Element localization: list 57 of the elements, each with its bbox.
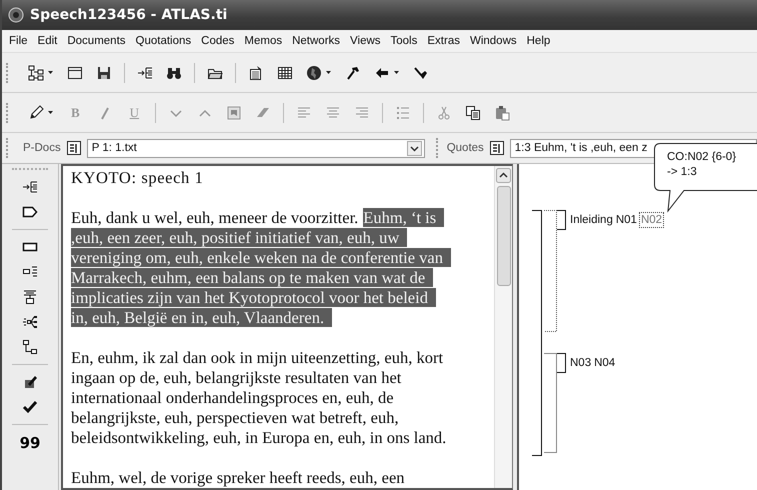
memo-icon[interactable] [22, 374, 38, 390]
pen-icon[interactable] [28, 104, 44, 120]
quotes-label: Quotes [446, 142, 484, 154]
code-label[interactable]: N02 [640, 213, 664, 227]
scroll-up-icon[interactable] [496, 168, 511, 183]
tooltip-text: -> 1:3 [667, 165, 698, 180]
connector-icon[interactable] [22, 339, 38, 355]
check-icon[interactable] [22, 399, 38, 415]
tool-icon[interactable] [413, 64, 429, 80]
paste-icon[interactable] [494, 104, 510, 120]
caret-icon[interactable] [48, 111, 53, 114]
p-docs-label: P-Docs [23, 142, 61, 154]
scrollbar[interactable] [494, 166, 512, 488]
caret-icon[interactable] [48, 71, 53, 74]
document-title: KYOTO: speech 1 [71, 168, 204, 188]
window-title: Speech123456 - ATLAS.ti [30, 7, 228, 23]
code-label[interactable]: N03 [570, 356, 592, 370]
menu-item[interactable]: Tools [386, 35, 422, 47]
menu-item[interactable]: File [4, 35, 33, 47]
tree-icon[interactable] [22, 289, 38, 305]
document-icon[interactable] [248, 64, 264, 80]
menu-item[interactable]: Codes [196, 35, 240, 47]
menu-item[interactable]: Help [522, 35, 556, 47]
scroll-thumb[interactable] [496, 186, 510, 286]
copy-icon[interactable] [465, 104, 482, 120]
menu-item[interactable]: Networks [287, 35, 346, 47]
list-arrow-icon[interactable] [22, 179, 38, 195]
hammer-icon[interactable] [345, 64, 361, 80]
table-icon[interactable] [277, 64, 293, 80]
code-label[interactable]: N04 [594, 356, 616, 370]
caret-icon[interactable] [394, 71, 399, 74]
menu-item[interactable]: Edit [32, 35, 62, 47]
paragraph: Euhm, wel, de vorige spreker heeft reeds, euh, een [71, 468, 406, 488]
frame-icon[interactable] [226, 104, 242, 120]
menu-item[interactable]: Windows [464, 35, 522, 47]
document-icon [66, 140, 82, 156]
quote-button[interactable]: 99 [20, 434, 40, 452]
paragraph: En, euhm, ik zal dan ook in mijn uiteenzetting, euh, kort ingaan op de, euh, belangrijkste resultaten van het internationaal onderhandelingsproces en, euh, de belangrijkste, euh, perspectieven wat betreft, euh, beleidsontwikkeling, euh, in Europa en, euh, in ons land. [71, 348, 448, 448]
network-icon[interactable] [22, 314, 38, 330]
code-label[interactable]: Inleiding [570, 213, 613, 227]
menu-item[interactable]: Documents [62, 35, 131, 47]
app-icon [8, 7, 24, 23]
paragraph: Euh, dank u wel, euh, meneer de voorzitter. Euhm, ‘t is ,euh, een zeer, euh, positief initiatief van, euh, uw vereniging om, euh, enkele weken na de conferentie van Marrakech, euhm, een balans op te maken van wat de implicaties zijn van het Kyotoprotocol voor het beleid in, euh, België en in, euh, Vlaanderen. [71, 208, 494, 328]
document-dropdown[interactable]: P 1: 1.txt [86, 138, 425, 158]
menu-item[interactable]: Memos [239, 35, 288, 47]
code-label[interactable]: N01 [616, 213, 637, 227]
document-icon [488, 140, 505, 156]
tag-icon[interactable] [22, 204, 38, 220]
list-arrow-icon[interactable] [137, 64, 153, 80]
menu-item[interactable]: Views [345, 35, 386, 47]
menu-item[interactable]: Extras [422, 35, 465, 47]
window-icon[interactable] [67, 64, 83, 80]
caret-icon[interactable] [326, 71, 331, 74]
diagram-icon[interactable] [28, 64, 44, 80]
globe-icon[interactable] [306, 64, 322, 80]
menu-item[interactable]: Quotations [130, 35, 196, 47]
save-icon[interactable] [96, 64, 112, 80]
